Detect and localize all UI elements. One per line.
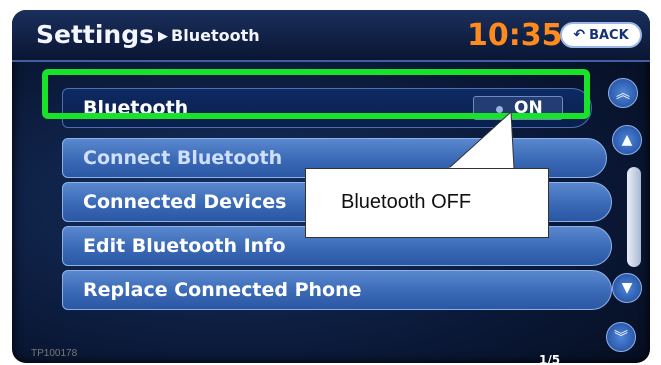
figure-caption: TP100178 [31,348,78,359]
callout-box: Bluetooth OFF [305,168,549,238]
callout-text: Bluetooth OFF [341,191,472,213]
